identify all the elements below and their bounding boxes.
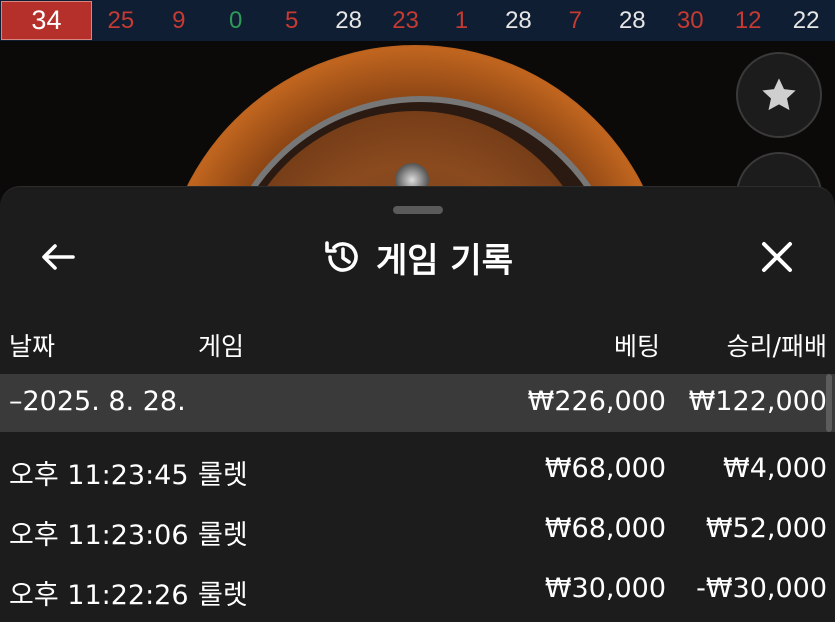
table-row[interactable]: 오후 11:22:26 룰렛 ₩30,000 -₩30,000 xyxy=(0,559,835,619)
row-bet: ₩30,000 xyxy=(544,573,666,604)
row-game: 룰렛 xyxy=(198,460,248,491)
row-game: 룰렛 xyxy=(198,520,248,551)
result-item: 28 xyxy=(335,6,362,34)
roulette-wheel-view: 353260321519421 xyxy=(0,41,835,201)
result-item: 0 xyxy=(229,6,243,34)
result-item: 7 xyxy=(568,6,583,34)
history-icon xyxy=(325,241,358,272)
table-row[interactable]: 오후 11:23:45 룰렛 ₩68,000 ₩4,000 xyxy=(0,439,835,499)
row-time: 오후 11:22:26 xyxy=(9,580,189,611)
scrollbar[interactable] xyxy=(826,374,832,432)
row-win-loss: -₩30,000 xyxy=(696,573,827,604)
date-group-win-loss: ₩122,000 xyxy=(688,386,827,417)
row-game: 룰렛 xyxy=(198,580,248,611)
row-win-loss: ₩4,000 xyxy=(723,453,827,484)
column-game: 게임 xyxy=(198,332,245,361)
star-icon xyxy=(762,78,796,111)
row-time: 오후 11:23:06 xyxy=(9,520,189,551)
column-bet: 베팅 xyxy=(613,332,660,361)
favorite-button[interactable] xyxy=(736,52,822,138)
row-bet: ₩68,000 xyxy=(544,513,666,544)
date-group-label: –2025. 8. 28. xyxy=(9,386,186,417)
result-item: 23 xyxy=(392,6,419,34)
result-item: 1 xyxy=(454,6,469,34)
sheet-grabber[interactable] xyxy=(393,206,443,214)
table-row[interactable]: 오후 11:23:06 룰렛 ₩68,000 ₩52,000 xyxy=(0,499,835,559)
row-win-loss: ₩52,000 xyxy=(705,513,827,544)
row-time: 오후 11:23:45 xyxy=(9,460,189,491)
game-history-sheet: 게임 기록 날짜 게임 베팅 승리/패배 –2025. 8. 28. ₩226,… xyxy=(0,186,835,622)
sheet-header: 게임 기록 xyxy=(0,229,835,285)
sheet-title: 게임 기록 xyxy=(376,240,513,281)
result-item: 22 xyxy=(792,6,820,34)
latest-result: 34 xyxy=(1,1,92,40)
result-item: 30 xyxy=(676,6,704,34)
row-bet: ₩68,000 xyxy=(544,453,666,484)
table-header: 날짜 게임 베팅 승리/패배 xyxy=(0,315,835,371)
column-date: 날짜 xyxy=(9,332,56,361)
result-item: 9 xyxy=(172,6,186,34)
column-win-loss: 승리/패배 xyxy=(726,332,827,361)
date-group-bet: ₩226,000 xyxy=(527,386,666,417)
close-icon xyxy=(762,242,792,272)
result-item: 5 xyxy=(284,6,299,34)
result-item: 28 xyxy=(618,6,646,34)
result-history-strip: 34 25 9 0 5 28 23 1 28 7 28 30 12 22 xyxy=(0,0,835,41)
result-item: 12 xyxy=(734,6,762,34)
date-group-row[interactable]: –2025. 8. 28. ₩226,000 ₩122,000 xyxy=(0,374,835,432)
result-item: 25 xyxy=(107,6,135,34)
close-button[interactable] xyxy=(756,237,798,277)
result-item: 28 xyxy=(505,6,532,34)
